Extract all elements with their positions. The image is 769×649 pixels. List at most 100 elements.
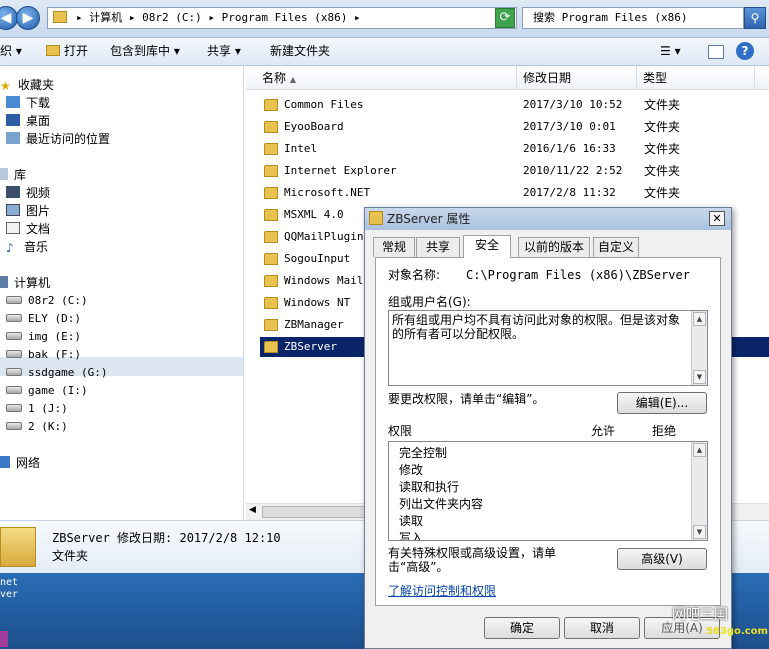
- downloads-icon: [6, 96, 20, 108]
- nav-item-recent[interactable]: 最近访问的位置: [6, 130, 110, 148]
- desktop-label: net: [0, 577, 19, 588]
- watermark-url: 583go.com: [706, 626, 768, 637]
- scroll-up-icon[interactable]: ▲: [693, 443, 706, 457]
- nav-item-documents[interactable]: 文档: [6, 220, 50, 238]
- nav-item-videos[interactable]: 视频: [6, 184, 50, 202]
- column-name[interactable]: 名称 ▲: [262, 70, 296, 88]
- learn-access-control-link[interactable]: 了解访问控制和权限: [388, 583, 496, 599]
- permission-list-folder: 列出文件夹内容: [399, 497, 484, 511]
- new-folder-button[interactable]: 新建文件夹: [270, 43, 330, 59]
- folder-icon: [369, 211, 383, 225]
- permission-read: 读取: [399, 514, 424, 528]
- scroll-down-icon[interactable]: ▼: [693, 370, 706, 384]
- deny-label: 拒绝: [652, 424, 677, 438]
- search-input[interactable]: 搜索 Program Files (x86): [522, 7, 744, 29]
- nav-item-downloads[interactable]: 下载: [6, 94, 50, 112]
- drive-icon: [6, 350, 22, 358]
- nav-drive-c[interactable]: 08r2 (C:): [6, 292, 88, 310]
- organize-button[interactable]: 织 ▾: [0, 43, 22, 59]
- nav-drive-k[interactable]: 2 (K:): [6, 418, 68, 436]
- video-icon: [6, 186, 20, 198]
- address-input[interactable]: ▸ 计算机 ▸ 08r2 (C:) ▸ Program Files (x86) …: [47, 7, 517, 29]
- file-row[interactable]: Common Files 2017/3/10 10:52 文件夹: [260, 95, 769, 115]
- file-row[interactable]: Intel 2016/1/6 16:33 文件夹: [260, 139, 769, 159]
- cancel-button[interactable]: 取消: [564, 617, 640, 639]
- include-in-library-button[interactable]: 包含到库中 ▾: [110, 43, 180, 59]
- group-listbox[interactable]: 所有组或用户均不具有访问此对象的权限。但是该对象的所有者可以分配权限。 ▲ ▼: [388, 310, 708, 386]
- large-folder-icon: [0, 527, 36, 567]
- file-row[interactable]: Microsoft.NET 2017/2/8 11:32 文件夹: [260, 183, 769, 203]
- drive-icon: [6, 368, 22, 376]
- column-date[interactable]: 修改日期: [523, 70, 571, 86]
- scroll-left-icon[interactable]: ◀: [249, 505, 256, 515]
- scroll-thumb[interactable]: [262, 506, 372, 518]
- permissions-label: 权限: [388, 424, 413, 438]
- preview-pane-icon[interactable]: [708, 45, 724, 59]
- dropdown-arrow-icon: ▾: [15, 44, 22, 58]
- file-row[interactable]: EyooBoard 2017/3/10 0:01 文件夹: [260, 117, 769, 137]
- scroll-down-icon[interactable]: ▼: [693, 525, 706, 539]
- share-button[interactable]: 共享 ▾: [207, 43, 241, 59]
- edit-button[interactable]: 编辑(E)...: [617, 392, 707, 414]
- close-button[interactable]: ✕: [709, 211, 725, 226]
- folder-icon: [264, 253, 278, 265]
- tab-sharing[interactable]: 共享: [416, 237, 460, 257]
- column-header: 名称 ▲ 修改日期 类型: [246, 66, 769, 90]
- tab-general[interactable]: 常规: [373, 237, 415, 257]
- nav-drive-g[interactable]: ssdgame (G:): [6, 364, 107, 382]
- vertical-scrollbar[interactable]: ▲ ▼: [691, 311, 707, 385]
- file-row[interactable]: Internet Explorer 2010/11/22 2:52 文件夹: [260, 161, 769, 181]
- nav-libraries[interactable]: 库: [0, 166, 26, 184]
- properties-dialog: ZBServer 属性 ✕ 常规 共享 安全 以前的版本 自定义 对象名称: C…: [364, 207, 732, 649]
- open-button[interactable]: 打开: [46, 43, 88, 59]
- tab-customize[interactable]: 自定义: [593, 237, 639, 257]
- address-path: ▸ 计算机 ▸ 08r2 (C:) ▸ Program Files (x86) …: [76, 11, 361, 24]
- advanced-button[interactable]: 高级(V): [617, 548, 707, 570]
- nav-computer[interactable]: 计算机: [0, 274, 50, 292]
- permissions-listbox[interactable]: 完全控制 修改 读取和执行 列出文件夹内容 读取 写入 ▲ ▼: [388, 441, 708, 541]
- documents-icon: [6, 222, 20, 234]
- column-type[interactable]: 类型: [643, 70, 667, 86]
- drive-icon: [6, 332, 22, 340]
- ok-button[interactable]: 确定: [484, 617, 560, 639]
- permission-read-execute: 读取和执行: [399, 480, 460, 494]
- tab-security[interactable]: 安全: [463, 235, 511, 258]
- address-bar-region: ◀ ▶ ▸ 计算机 ▸ 08r2 (C:) ▸ Program Files (x…: [0, 0, 769, 38]
- nav-drive-j[interactable]: 1 (J:): [6, 400, 68, 418]
- refresh-button[interactable]: ⟳: [495, 8, 515, 28]
- details-type: 文件夹: [52, 549, 89, 563]
- taskbar-app-icon[interactable]: [0, 631, 8, 647]
- nav-drive-f[interactable]: bak (F:): [6, 346, 81, 364]
- nav-drive-e[interactable]: img (E:): [6, 328, 81, 346]
- nav-network[interactable]: 网络: [0, 454, 40, 472]
- nav-item-pictures[interactable]: 图片: [6, 202, 50, 220]
- drive-icon: [6, 314, 22, 322]
- dropdown-arrow-icon: ▾: [234, 44, 241, 58]
- nav-item-desktop[interactable]: 桌面: [6, 112, 50, 130]
- details-name-date: ZBServer 修改日期: 2017/2/8 12:10: [52, 531, 281, 545]
- permission-full-control: 完全控制: [399, 446, 448, 460]
- forward-button[interactable]: ▶: [16, 6, 40, 30]
- allow-label: 允许: [591, 424, 616, 438]
- nav-drive-i[interactable]: game (I:): [6, 382, 88, 400]
- vertical-scrollbar[interactable]: ▲ ▼: [691, 442, 707, 540]
- network-icon: [0, 456, 10, 468]
- star-icon: ★: [0, 79, 11, 93]
- help-icon[interactable]: ?: [736, 42, 754, 60]
- scroll-up-icon[interactable]: ▲: [693, 312, 706, 326]
- view-options-icon[interactable]: ☰ ▾: [660, 43, 681, 59]
- drive-icon: [6, 422, 22, 430]
- nav-item-music[interactable]: ♪ 音乐: [6, 238, 48, 256]
- dialog-title: ZBServer 属性: [387, 212, 471, 226]
- folder-icon: [264, 341, 278, 353]
- folder-icon: [264, 209, 278, 221]
- nav-favorites[interactable]: ★ 收藏夹: [0, 76, 54, 94]
- nav-drive-d[interactable]: ELY (D:): [6, 310, 81, 328]
- permission-modify: 修改: [399, 463, 424, 477]
- dialog-title-bar[interactable]: ZBServer 属性 ✕: [365, 208, 731, 230]
- folder-icon: [264, 121, 278, 133]
- desktop-icon: [6, 114, 20, 126]
- search-icon[interactable]: ⚲: [744, 7, 766, 29]
- tab-previous-versions[interactable]: 以前的版本: [518, 237, 590, 257]
- drive-icon: [6, 386, 22, 394]
